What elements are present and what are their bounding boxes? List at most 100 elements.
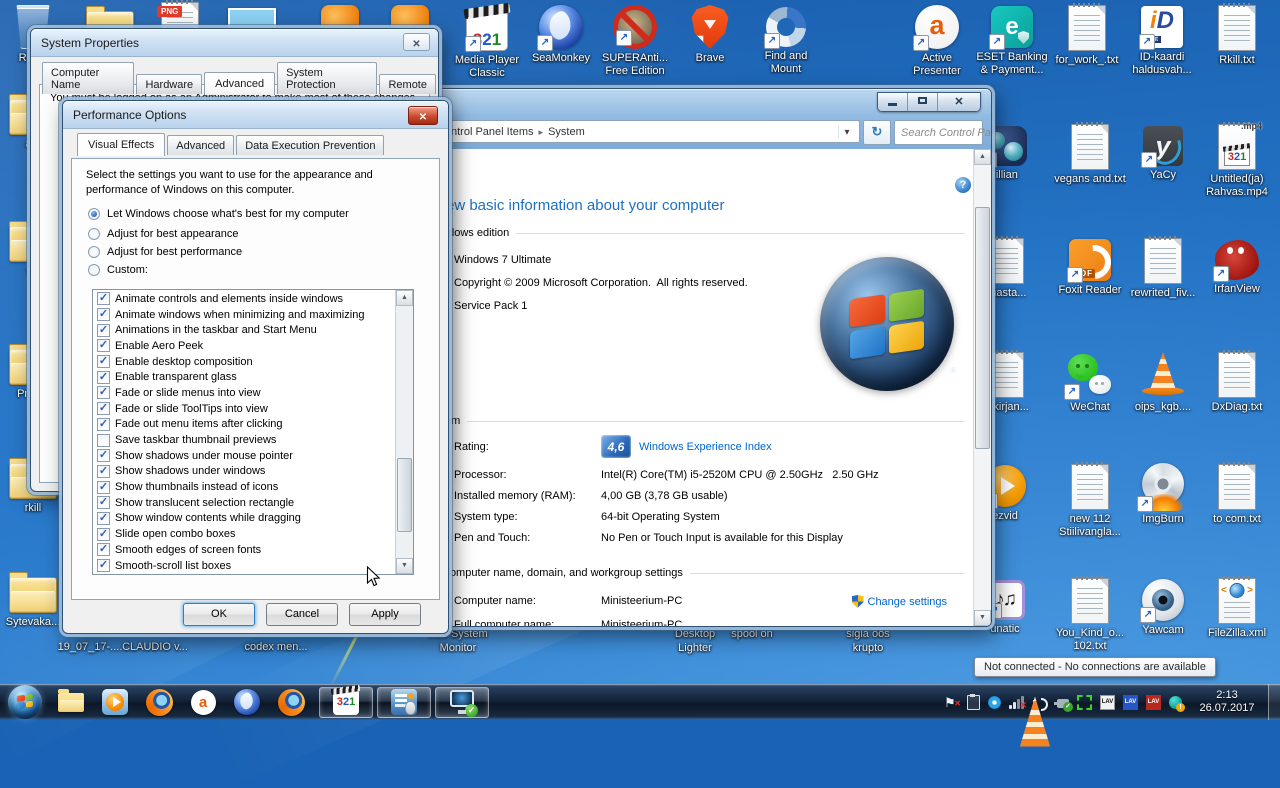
desktop-icon-you-kind-txt[interactable]: You_Kind_o... 102.txt bbox=[1054, 576, 1126, 653]
effect-item[interactable]: ✓Show window contents while dragging bbox=[95, 511, 395, 527]
checkbox-icon[interactable]: ✓ bbox=[97, 402, 110, 415]
maximize-button[interactable] bbox=[907, 93, 937, 111]
effect-item[interactable]: ✓Enable transparent glass bbox=[95, 369, 395, 385]
desktop-icon-active-presenter[interactable]: aActive Presenter bbox=[901, 3, 973, 78]
network-status-icon[interactable]: ✕ bbox=[1009, 696, 1025, 709]
effect-item[interactable]: ✓Animate controls and elements inside wi… bbox=[95, 291, 395, 307]
checkbox-icon[interactable]: ✓ bbox=[97, 496, 110, 509]
safely-remove-hardware-icon[interactable]: ✓ bbox=[1057, 699, 1069, 708]
search-input[interactable] bbox=[895, 127, 992, 139]
checkbox-icon[interactable]: ✓ bbox=[97, 512, 110, 525]
desktop-icon-new-112-stiilivangla[interactable]: new 112 Stiilivangla... bbox=[1054, 462, 1126, 539]
show-desktop-button[interactable] bbox=[1268, 684, 1280, 720]
effect-item[interactable]: ✓Smooth edges of screen fonts bbox=[95, 542, 395, 558]
apply-button[interactable]: Apply bbox=[349, 603, 421, 626]
checkbox-icon[interactable]: ✓ bbox=[97, 449, 110, 462]
desktop-icon-folder-sytevaka[interactable]: Sytevaka... bbox=[3, 566, 63, 629]
taskbar-pinned-explorer[interactable] bbox=[49, 684, 93, 720]
radio-option[interactable]: Adjust for best appearance bbox=[88, 228, 349, 240]
effect-item[interactable]: ✓Show shadows under windows bbox=[95, 464, 395, 480]
eset-tray-icon[interactable] bbox=[1169, 696, 1182, 709]
lav-video-icon[interactable]: LAV bbox=[1146, 695, 1161, 710]
checkbox-icon[interactable]: ✓ bbox=[97, 371, 110, 384]
scroll-down-icon[interactable] bbox=[974, 610, 991, 626]
desktop-icon-dxdiag-txt[interactable]: DxDiag.txt bbox=[1201, 350, 1273, 414]
taskbar-pinned-activepresenter[interactable]: a bbox=[181, 684, 225, 720]
effect-item[interactable]: ✓Enable Aero Peek bbox=[95, 338, 395, 354]
effect-item[interactable]: ✓Show thumbnails instead of icons bbox=[95, 479, 395, 495]
visual-effects-list[interactable]: ✓Animate controls and elements inside wi… bbox=[92, 289, 414, 575]
scroll-up-icon[interactable] bbox=[974, 149, 991, 165]
desktop-icon-rkill-txt[interactable]: Rkill.txt bbox=[1201, 3, 1273, 67]
start-button[interactable] bbox=[8, 685, 42, 719]
refresh-button[interactable] bbox=[863, 120, 891, 145]
tab-system-protection[interactable]: System Protection bbox=[277, 62, 377, 94]
close-icon[interactable] bbox=[403, 33, 430, 51]
desktop-icon-oips-kgb[interactable]: oips_kgb.... bbox=[1127, 350, 1199, 414]
desktop-icon-wechat[interactable]: WeChat bbox=[1054, 350, 1126, 414]
desktop-icon-irfanview[interactable]: IrfanView bbox=[1201, 236, 1273, 296]
taskbar-open-display[interactable] bbox=[377, 687, 431, 718]
volume-icon[interactable] bbox=[1033, 696, 1049, 709]
lav-audio-icon[interactable]: LAV bbox=[1123, 695, 1138, 710]
effect-item[interactable]: ✓Fade or slide ToolTips into view bbox=[95, 401, 395, 417]
search-box[interactable] bbox=[894, 120, 983, 145]
scrollbar-thumb[interactable] bbox=[397, 458, 412, 532]
radio-icon[interactable] bbox=[88, 264, 100, 276]
desktop-icon-yacy[interactable]: yYaCy bbox=[1127, 122, 1199, 182]
effect-item[interactable]: ✓Show shadows under mouse pointer bbox=[95, 448, 395, 464]
ok-button[interactable]: OK bbox=[183, 603, 255, 626]
taskbar-open-syscheck[interactable]: ✓ bbox=[435, 687, 489, 718]
effect-item[interactable]: ✓Animations in the taskbar and Start Men… bbox=[95, 322, 395, 338]
checkbox-icon[interactable] bbox=[97, 434, 110, 447]
effect-item[interactable]: ✓Show translucent selection rectangle bbox=[95, 495, 395, 511]
checkbox-icon[interactable]: ✓ bbox=[97, 292, 110, 305]
effect-item[interactable]: Save taskbar thumbnail previews bbox=[95, 432, 395, 448]
dialog-titlebar[interactable]: System Properties bbox=[31, 29, 438, 57]
breadcrumb-dropdown-icon[interactable] bbox=[838, 126, 855, 138]
clock[interactable]: 2:13 26.07.2017 bbox=[1190, 689, 1264, 715]
help-icon[interactable]: ? bbox=[955, 177, 971, 193]
breadcrumb-segment[interactable]: ntrol Panel Items bbox=[451, 126, 534, 138]
tab-advanced[interactable]: Advanced bbox=[167, 135, 234, 155]
checkbox-icon[interactable]: ✓ bbox=[97, 339, 110, 352]
effect-item[interactable]: ✓Smooth-scroll list boxes bbox=[95, 558, 395, 574]
scroll-down-icon[interactable] bbox=[396, 558, 413, 574]
desktop-icon-seamonkey[interactable]: SeaMonkey bbox=[525, 3, 597, 65]
desktop-icon-find-and-mount[interactable]: Find and Mount bbox=[750, 3, 822, 76]
breadcrumb[interactable]: ntrol Panel Items System bbox=[446, 120, 860, 143]
tray-app-icon[interactable] bbox=[1077, 695, 1092, 710]
tab-advanced[interactable]: Advanced bbox=[204, 72, 275, 95]
taskbar-open-mpc[interactable]: 321 bbox=[319, 687, 373, 718]
taskbar-pinned-firefox2[interactable] bbox=[269, 684, 313, 720]
desktop-icon-vegans-and-txt[interactable]: vegans and.txt bbox=[1054, 122, 1126, 186]
desktop-icon-superantispyware[interactable]: SUPERAnti... Free Edition bbox=[599, 3, 671, 78]
window-scrollbar[interactable] bbox=[973, 149, 991, 626]
radio-icon[interactable] bbox=[88, 246, 100, 258]
desktop-icon-untitled-rahvas-mp4[interactable]: .mp4321Untitled(ja) Rahvas.mp4 bbox=[1201, 122, 1273, 199]
effect-item[interactable]: ✓Fade out menu items after clicking bbox=[95, 417, 395, 433]
radio-option[interactable]: Let Windows choose what's best for my co… bbox=[88, 208, 349, 220]
tab-hardware[interactable]: Hardware bbox=[136, 74, 202, 94]
scrollbar-thumb[interactable] bbox=[975, 207, 990, 449]
minimize-button[interactable] bbox=[878, 93, 907, 111]
checkbox-icon[interactable]: ✓ bbox=[97, 481, 110, 494]
checkbox-icon[interactable]: ✓ bbox=[97, 418, 110, 431]
checkbox-icon[interactable]: ✓ bbox=[97, 465, 110, 478]
desktop-icon-filezilla-xml[interactable]: <>FileZilla.xml bbox=[1201, 576, 1273, 640]
taskbar-pinned-wmp[interactable] bbox=[93, 684, 137, 720]
yawcam-tray-icon[interactable] bbox=[988, 696, 1001, 709]
tab-remote[interactable]: Remote bbox=[379, 74, 436, 94]
tab-visual-effects[interactable]: Visual Effects bbox=[77, 133, 165, 156]
desktop-icon-imgburn[interactable]: ImgBurn bbox=[1127, 462, 1199, 526]
checkbox-icon[interactable]: ✓ bbox=[97, 543, 110, 556]
desktop-icon-brave[interactable]: Brave bbox=[674, 3, 746, 65]
list-scrollbar[interactable] bbox=[395, 290, 413, 574]
cancel-button[interactable]: Cancel bbox=[266, 603, 338, 626]
checkbox-icon[interactable]: ✓ bbox=[97, 386, 110, 399]
checkbox-icon[interactable]: ✓ bbox=[97, 528, 110, 541]
radio-icon[interactable] bbox=[88, 208, 100, 220]
desktop-icon-id-kaardi[interactable]: iDtiliitID-kaardi haldusvah... bbox=[1126, 3, 1198, 77]
effect-item[interactable]: ✓Slide open combo boxes bbox=[95, 526, 395, 542]
close-button[interactable] bbox=[937, 93, 980, 111]
